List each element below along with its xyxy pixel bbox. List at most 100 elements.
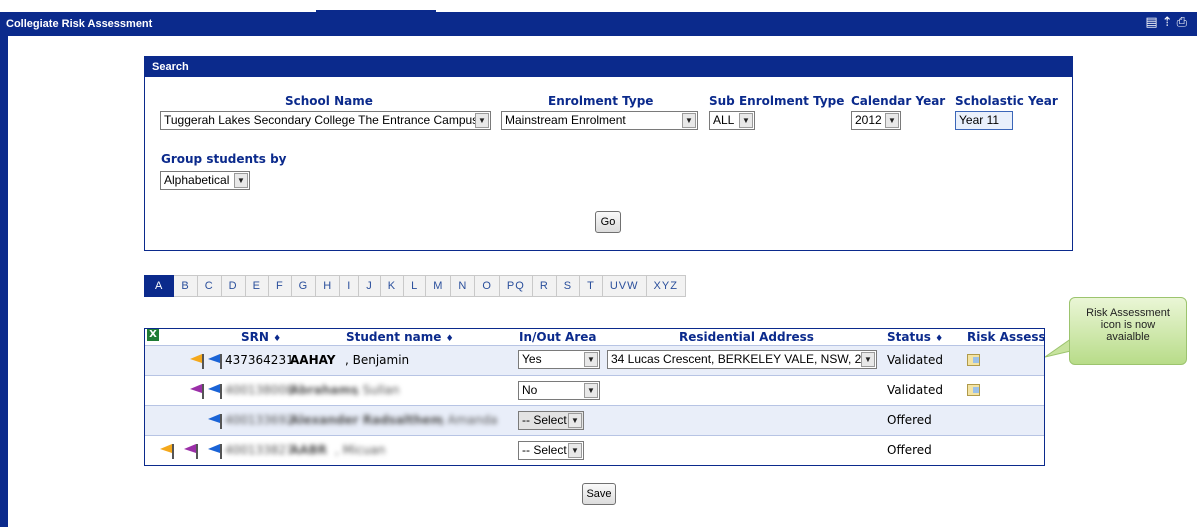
enrolment-type-label: Enrolment Type (548, 94, 654, 108)
in-out-area-value: No (522, 383, 538, 397)
student-name-header[interactable]: Student name ♦ (346, 330, 454, 344)
status-value: Offered (887, 413, 932, 427)
in-out-area-select[interactable]: No ▼ (518, 381, 600, 400)
risk-assessment-icon[interactable] (967, 354, 980, 366)
go-button[interactable]: Go (595, 211, 621, 233)
sort-icon: ♦ (273, 334, 282, 344)
blue-flag-icon (208, 444, 222, 459)
table-row: 400133692 Alexander Radsalthem , Amanda … (145, 405, 1044, 435)
status-header[interactable]: Status ♦ (887, 330, 943, 344)
page-icon[interactable]: ▤ (1145, 16, 1157, 30)
tab-a[interactable]: A (144, 275, 175, 297)
in-out-area-header: In/Out Area (519, 330, 597, 344)
residential-address-select[interactable]: 34 Lucas Crescent, BERKELEY VALE, NSW, 2… (607, 350, 877, 369)
enrolment-type-select[interactable]: Mainstream Enrolment ▼ (501, 111, 698, 130)
table-header: X SRN ♦ Student name ♦ In/Out Area Resid… (145, 329, 1046, 345)
scholastic-year-field[interactable]: Year 11 (955, 111, 1013, 130)
tab-f[interactable]: F (268, 275, 292, 297)
in-out-area-select[interactable]: -- Select -- ▼ (518, 411, 584, 430)
tab-b[interactable]: B (174, 275, 198, 297)
tab-j[interactable]: J (359, 275, 381, 297)
callout-line-3: avaialble (1106, 331, 1150, 343)
group-students-select[interactable]: Alphabetical ▼ (160, 171, 250, 190)
tab-m[interactable]: M (426, 275, 452, 297)
save-button[interactable]: Save (582, 483, 616, 505)
tab-e[interactable]: E (245, 275, 269, 297)
tab-c[interactable]: C (197, 275, 222, 297)
group-students-value: Alphabetical (164, 173, 230, 187)
status-header-label: Status (887, 330, 931, 344)
student-surname: AAHAY (290, 353, 336, 367)
table-row: 400138008 Abrahams , Sullan No ▼ Validat… (145, 375, 1044, 405)
student-given-name: , Micuan (335, 443, 386, 457)
sort-icon: ♦ (445, 334, 454, 344)
in-out-area-value: Yes (522, 352, 542, 366)
risk-assessment-callout: Risk Assessment icon is now avaialble (1069, 297, 1187, 365)
students-table: X SRN ♦ Student name ♦ In/Out Area Resid… (144, 328, 1046, 466)
sub-enrolment-type-label: Sub Enrolment Type (709, 94, 845, 108)
excel-export-icon[interactable]: X (147, 329, 159, 341)
chevron-down-icon: ▼ (584, 383, 598, 398)
tab-r[interactable]: R (532, 275, 557, 297)
table-row: 437364231 AAHAY , Benjamin Yes ▼ 34 Luca… (145, 345, 1044, 375)
calendar-year-value: 2012 (855, 113, 882, 127)
tab-t[interactable]: T (580, 275, 603, 297)
sub-enrolment-type-value: ALL (713, 113, 735, 127)
chevron-down-icon: ▼ (568, 413, 582, 428)
tab-d[interactable]: D (221, 275, 246, 297)
risk-assessment-icon[interactable] (967, 384, 980, 396)
tab-h[interactable]: H (316, 275, 341, 297)
tab-pq[interactable]: PQ (499, 275, 533, 297)
up-arrow-icon[interactable]: ⇡ (1162, 16, 1173, 30)
orange-flag-icon (160, 444, 174, 459)
srn-value: 400138008 (225, 383, 294, 397)
residential-address-header: Residential Address (679, 330, 814, 344)
group-students-label: Group students by (161, 152, 287, 166)
student-surname: AABR (290, 443, 327, 457)
student-given-name: , Benjamin (345, 353, 410, 367)
purple-flag-icon (190, 384, 204, 399)
calendar-year-select[interactable]: 2012 ▼ (851, 111, 901, 130)
tab-k[interactable]: K (380, 275, 405, 297)
tab-l[interactable]: L (404, 275, 427, 297)
in-out-area-select[interactable]: Yes ▼ (518, 350, 600, 369)
tab-o[interactable]: O (475, 275, 500, 297)
school-name-select[interactable]: Tuggerah Lakes Secondary College The Ent… (160, 111, 491, 130)
chevron-down-icon: ▼ (885, 113, 899, 128)
tab-uvw[interactable]: UVW (602, 275, 647, 297)
student-surname: Abrahams (290, 383, 359, 397)
tab-n[interactable]: N (451, 275, 476, 297)
srn-header[interactable]: SRN ♦ (241, 330, 281, 344)
student-given-name: , Amanda (440, 413, 498, 427)
print-icon[interactable]: ⎙ (1177, 16, 1187, 30)
status-value: Validated (887, 383, 943, 397)
scholastic-year-label: Scholastic Year (955, 94, 1058, 108)
srn-value: 400133692 (225, 413, 294, 427)
table-row: 400133827 AABR , Micuan -- Select -- ▼ O… (145, 435, 1044, 466)
chevron-down-icon: ▼ (568, 443, 582, 458)
blue-flag-icon (208, 354, 222, 369)
student-surname: Alexander Radsalthem (290, 413, 443, 427)
school-name-value: Tuggerah Lakes Secondary College The Ent… (164, 113, 479, 127)
student-given-name: , Sullan (355, 383, 400, 397)
status-value: Validated (887, 353, 943, 367)
tab-s[interactable]: S (556, 275, 581, 297)
title-tools: ▤ ⇡ ⎙ (1145, 16, 1187, 30)
enrolment-type-value: Mainstream Enrolment (505, 113, 626, 127)
callout-line-2: icon is now (1100, 319, 1156, 331)
tab-i[interactable]: I (340, 275, 360, 297)
status-value: Offered (887, 443, 932, 457)
tab-xyz[interactable]: XYZ (646, 275, 686, 297)
chevron-down-icon: ▼ (475, 113, 489, 128)
calendar-year-label: Calendar Year (851, 94, 946, 108)
in-out-area-select[interactable]: -- Select -- ▼ (518, 441, 584, 460)
chevron-down-icon: ▼ (682, 113, 696, 128)
callout-line-1: Risk Assessment (1086, 307, 1170, 319)
purple-flag-icon (184, 444, 198, 459)
title-bar: Collegiate Risk Assessment (0, 12, 1197, 36)
search-header: Search (145, 57, 1072, 77)
tab-g[interactable]: G (291, 275, 317, 297)
sub-enrolment-type-select[interactable]: ALL ▼ (709, 111, 755, 130)
app-title: Collegiate Risk Assessment (6, 18, 153, 30)
risk-assess-header: Risk Assess (967, 330, 1046, 344)
